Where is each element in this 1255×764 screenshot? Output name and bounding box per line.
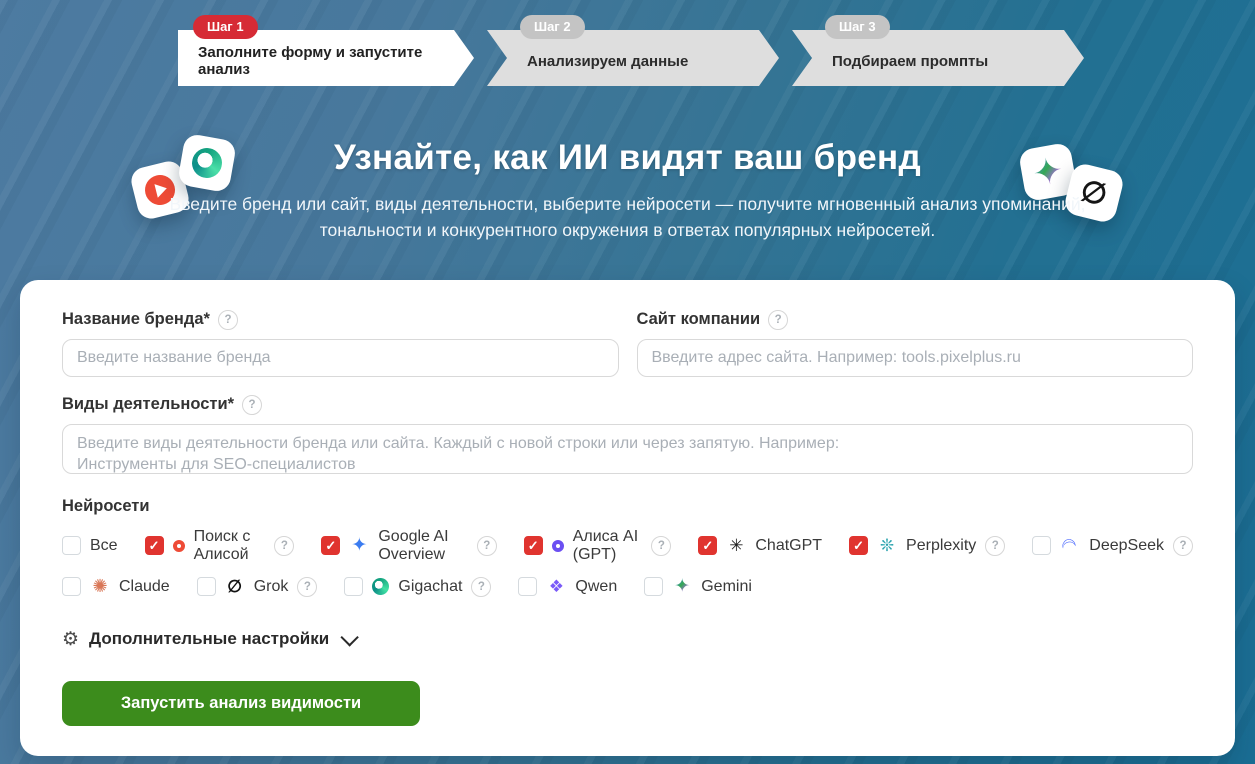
step-3: Шаг 3 Подбираем промпты [792, 30, 1084, 86]
google-ai-icon [349, 536, 369, 556]
network-label: Алиса AI (GPT) [573, 528, 643, 564]
network-option-all[interactable]: Все [62, 536, 118, 555]
checkbox[interactable] [518, 577, 537, 596]
advanced-settings-toggle[interactable]: ⚙ Дополнительные настройки [62, 628, 354, 651]
network-label: Gigachat [398, 578, 462, 596]
checkbox[interactable] [62, 536, 81, 555]
site-label: Сайт компании [637, 310, 761, 329]
checkbox[interactable]: ✓ [849, 536, 868, 555]
network-row: Все✓Поиск с Алисой?✓Google AI Overview?✓… [62, 528, 1193, 564]
network-option-chatgpt[interactable]: ✓ ChatGPT [698, 536, 822, 556]
step-1: Шаг 1 Заполните форму и запустите анализ [178, 30, 474, 86]
help-icon[interactable]: ? [242, 395, 262, 415]
page-subtitle: Введите бренд или сайт, виды деятельност… [145, 191, 1110, 244]
activities-textarea[interactable] [62, 424, 1193, 474]
network-option-perplexity[interactable]: ✓ Perplexity? [849, 536, 1005, 556]
step-2-badge: Шаг 2 [520, 15, 585, 39]
brand-input[interactable] [62, 339, 619, 377]
network-label: Perplexity [906, 537, 976, 555]
network-label: Claude [119, 578, 170, 596]
network-option-gigachat[interactable]: Gigachat? [344, 577, 491, 597]
activities-label: Виды деятельности* [62, 395, 234, 414]
help-icon[interactable]: ? [768, 310, 788, 330]
help-icon[interactable]: ? [985, 536, 1005, 556]
checkbox[interactable] [344, 577, 363, 596]
deepseek-icon [1060, 536, 1080, 556]
network-label: Qwen [575, 578, 617, 596]
alice-search-icon [173, 540, 185, 552]
activities-field-group: Виды деятельности* ? [62, 395, 1193, 479]
checkbox[interactable]: ✓ [524, 536, 543, 555]
checkbox[interactable] [62, 577, 81, 596]
network-option-qwen[interactable]: Qwen [518, 577, 617, 597]
chatgpt-icon [726, 536, 746, 556]
network-option-grok[interactable]: Grok? [197, 577, 318, 597]
site-input[interactable] [637, 339, 1194, 377]
network-option-deepseek[interactable]: DeepSeek? [1032, 536, 1193, 556]
help-icon[interactable]: ? [651, 536, 671, 556]
help-icon[interactable]: ? [471, 577, 491, 597]
alice-gpt-icon [552, 540, 564, 552]
network-rows: Все✓Поиск с Алисой?✓Google AI Overview?✓… [62, 528, 1193, 597]
network-label: Grok [254, 578, 289, 596]
networks-section: Нейросети Все ✓ Поиск с Алисой? ✓ Google AI … [62, 497, 1193, 597]
gemini-icon [672, 577, 692, 597]
chevron-down-icon [341, 628, 359, 646]
analysis-form-card: Название бренда* ? Сайт компании ? Виды … [20, 280, 1235, 756]
claude-icon [90, 577, 110, 597]
help-icon[interactable]: ? [1173, 536, 1193, 556]
network-label: Gemini [701, 578, 752, 596]
help-icon[interactable]: ? [297, 577, 317, 597]
network-label: Google AI Overview [378, 528, 467, 564]
network-option-claude[interactable]: Claude [62, 577, 170, 597]
network-label: ChatGPT [755, 537, 822, 555]
network-label: Поиск с Алисой [194, 528, 266, 564]
network-option-google-ai[interactable]: ✓ Google AI Overview? [321, 528, 496, 564]
network-option-gemini[interactable]: Gemini [644, 577, 752, 597]
help-icon[interactable]: ? [274, 536, 294, 556]
network-row: ClaudeGrok?Gigachat?QwenGemini [62, 577, 1193, 597]
checkbox[interactable] [644, 577, 663, 596]
help-icon[interactable]: ? [218, 310, 238, 330]
perplexity-icon [877, 536, 897, 556]
gear-icon: ⚙ [62, 628, 79, 651]
network-option-alice-gpt[interactable]: ✓ Алиса AI (GPT)? [524, 528, 672, 564]
checkbox[interactable]: ✓ [698, 536, 717, 555]
site-field-group: Сайт компании ? [637, 310, 1194, 377]
advanced-settings-label: Дополнительные настройки [89, 629, 329, 649]
network-label: Все [90, 537, 118, 555]
run-analysis-button[interactable]: Запустить анализ видимости [62, 681, 420, 726]
step-3-badge: Шаг 3 [825, 15, 890, 39]
brand-label: Название бренда* [62, 310, 210, 329]
grok-icon [225, 577, 245, 597]
help-icon[interactable]: ? [477, 536, 497, 556]
checkbox[interactable] [1032, 536, 1051, 555]
brand-field-group: Название бренда* ? [62, 310, 619, 377]
checkbox[interactable]: ✓ [321, 536, 340, 555]
steps-row: Шаг 1 Заполните форму и запустите анализ… [0, 0, 1255, 86]
network-option-alice-search[interactable]: ✓ Поиск с Алисой? [145, 528, 295, 564]
gigachat-icon [372, 578, 389, 595]
step-2: Шаг 2 Анализируем данные [487, 30, 779, 86]
checkbox[interactable] [197, 577, 216, 596]
hero: Узнайте, как ИИ видят ваш бренд Введите … [0, 138, 1255, 244]
qwen-icon [546, 577, 566, 597]
network-label: DeepSeek [1089, 537, 1164, 555]
step-1-badge: Шаг 1 [193, 15, 258, 39]
networks-label: Нейросети [62, 497, 1193, 516]
checkbox[interactable]: ✓ [145, 536, 164, 555]
page-background: Шаг 1 Заполните форму и запустите анализ… [0, 0, 1255, 764]
page-title: Узнайте, как ИИ видят ваш бренд [0, 138, 1255, 178]
